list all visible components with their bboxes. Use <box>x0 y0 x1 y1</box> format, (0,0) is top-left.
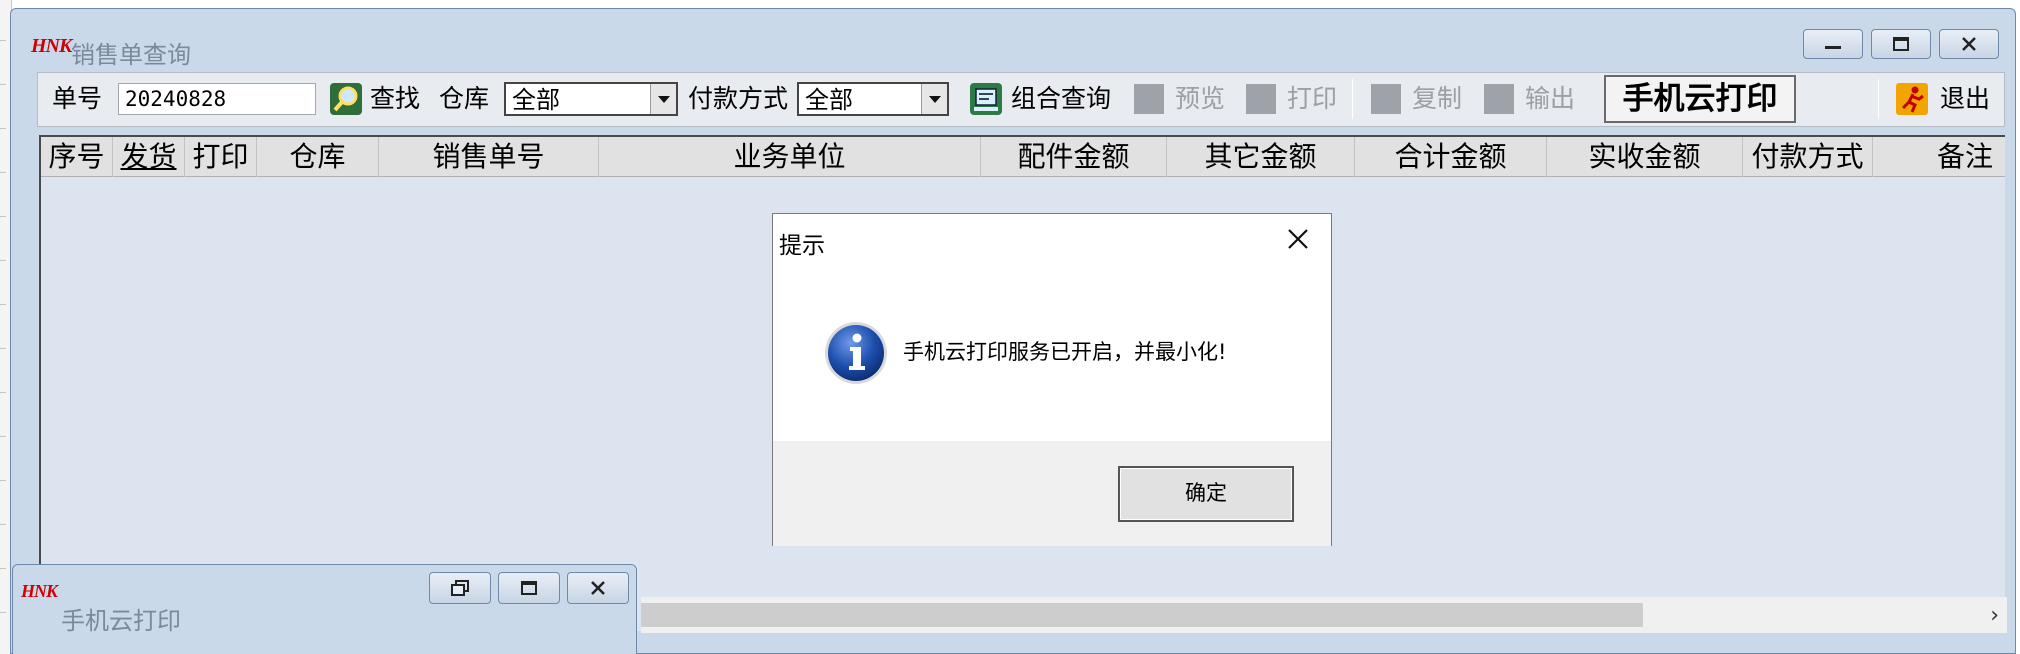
column-header[interactable]: 配件金额 <box>981 137 1167 177</box>
combo-query-button-icon[interactable] <box>970 83 1002 115</box>
grid-header: 序号 发货 打印 仓库 销售单号 业务单位 配件金额 其它金额 合计金额 实收金… <box>41 137 2005 177</box>
column-header[interactable]: 仓库 <box>257 137 379 177</box>
desktop-tick <box>0 304 6 305</box>
horizontal-scrollbar[interactable]: › <box>641 597 2007 633</box>
close-button[interactable] <box>1939 29 1999 59</box>
warehouse-label: 仓库 <box>439 84 490 113</box>
maximize-icon <box>1893 37 1909 51</box>
minimize-button[interactable] <box>1803 29 1863 59</box>
print-icon <box>1246 84 1276 114</box>
desktop-tick <box>0 480 6 481</box>
minimize-icon <box>1825 46 1841 49</box>
desktop-tick <box>0 128 6 129</box>
column-header[interactable]: 付款方式 <box>1743 137 1873 177</box>
desktop-tick <box>0 568 6 569</box>
close-icon <box>1962 37 1976 51</box>
restore-icon <box>451 580 469 596</box>
chevron-down-icon[interactable] <box>650 84 676 114</box>
warehouse-select-value: 全部 <box>512 86 560 114</box>
payment-label: 付款方式 <box>688 84 789 113</box>
print-button[interactable]: 打印 <box>1287 85 1337 113</box>
combo-query-icon <box>970 83 1002 115</box>
export-icon <box>1484 84 1514 114</box>
desktop-tick <box>0 216 6 217</box>
desktop-tick <box>0 172 6 173</box>
info-dialog: 提示 手机云打印服务已开启，并最小化! 确定 <box>772 213 1332 546</box>
exit-runner-icon <box>1896 83 1928 115</box>
column-header[interactable]: 序号 <box>41 137 113 177</box>
desktop-tick <box>0 260 6 261</box>
column-header[interactable]: 其它金额 <box>1167 137 1355 177</box>
order-no-input[interactable]: 20240828 <box>118 83 316 115</box>
cloud-print-button[interactable]: 手机云打印 <box>1604 75 1796 123</box>
window-title: 销售单查询 <box>71 41 191 69</box>
column-header[interactable]: 打印 <box>185 137 257 177</box>
minimized-window-title: 手机云打印 <box>61 607 181 635</box>
find-button[interactable]: 查找 <box>370 85 420 113</box>
info-icon <box>823 320 889 390</box>
export-button[interactable]: 输出 <box>1525 85 1575 113</box>
chevron-right-icon[interactable]: › <box>1990 603 1999 628</box>
app-logo: HNK <box>21 581 58 601</box>
exit-button-icon[interactable] <box>1896 83 1928 115</box>
exit-button[interactable]: 退出 <box>1940 85 1990 113</box>
desktop-tick <box>0 524 6 525</box>
maximize-button[interactable] <box>1871 29 1931 59</box>
desktop-tick <box>0 84 6 85</box>
restore-button[interactable] <box>429 572 491 604</box>
desktop-tick <box>0 40 6 41</box>
column-header[interactable]: 合计金额 <box>1355 137 1547 177</box>
warehouse-select[interactable]: 全部 <box>504 82 678 116</box>
copy-icon <box>1371 84 1401 114</box>
dialog-title: 提示 <box>779 233 825 259</box>
preview-icon <box>1134 84 1164 114</box>
maximize-button[interactable] <box>498 572 560 604</box>
close-icon <box>591 581 605 595</box>
app-logo: HNK <box>31 35 72 57</box>
payment-select-value: 全部 <box>805 86 853 114</box>
desktop-tick <box>0 436 6 437</box>
column-header[interactable]: 销售单号 <box>379 137 599 177</box>
dialog-message: 手机云打印服务已开启，并最小化! <box>903 340 1227 364</box>
close-icon <box>1288 229 1308 249</box>
find-button-icon[interactable] <box>330 83 362 115</box>
chevron-down-icon[interactable] <box>921 84 947 114</box>
maximize-icon <box>521 581 537 595</box>
toolbar-separator <box>1352 79 1353 119</box>
cloud-print-minimized-window[interactable]: HNK 手机云打印 <box>12 564 637 654</box>
main-titlebar[interactable]: HNK 销售单查询 <box>11 9 2015 69</box>
toolbar-separator <box>1878 79 1879 119</box>
copy-button[interactable]: 复制 <box>1412 85 1462 113</box>
column-header[interactable]: 发货 <box>113 137 185 177</box>
scrollbar-thumb[interactable] <box>641 603 1643 627</box>
dialog-close-button[interactable] <box>1281 222 1315 256</box>
combo-query-button[interactable]: 组合查询 <box>1011 85 1111 113</box>
ok-button[interactable]: 确定 <box>1118 466 1294 522</box>
magnifier-icon <box>330 83 362 115</box>
desktop-tick <box>0 392 6 393</box>
close-button[interactable] <box>567 572 629 604</box>
desktop-tick <box>0 348 6 349</box>
preview-button[interactable]: 预览 <box>1175 85 1225 113</box>
column-header[interactable]: 备注 <box>1873 137 2015 177</box>
toolbar: 单号 20240828 查找 仓库 全部 付款方式 全部 组合查询 预览 打印 … <box>37 72 2005 127</box>
desktop-tick <box>0 612 6 613</box>
order-no-label: 单号 <box>52 84 103 113</box>
column-header[interactable]: 实收金额 <box>1547 137 1743 177</box>
column-header[interactable]: 业务单位 <box>599 137 981 177</box>
payment-select[interactable]: 全部 <box>797 82 949 116</box>
